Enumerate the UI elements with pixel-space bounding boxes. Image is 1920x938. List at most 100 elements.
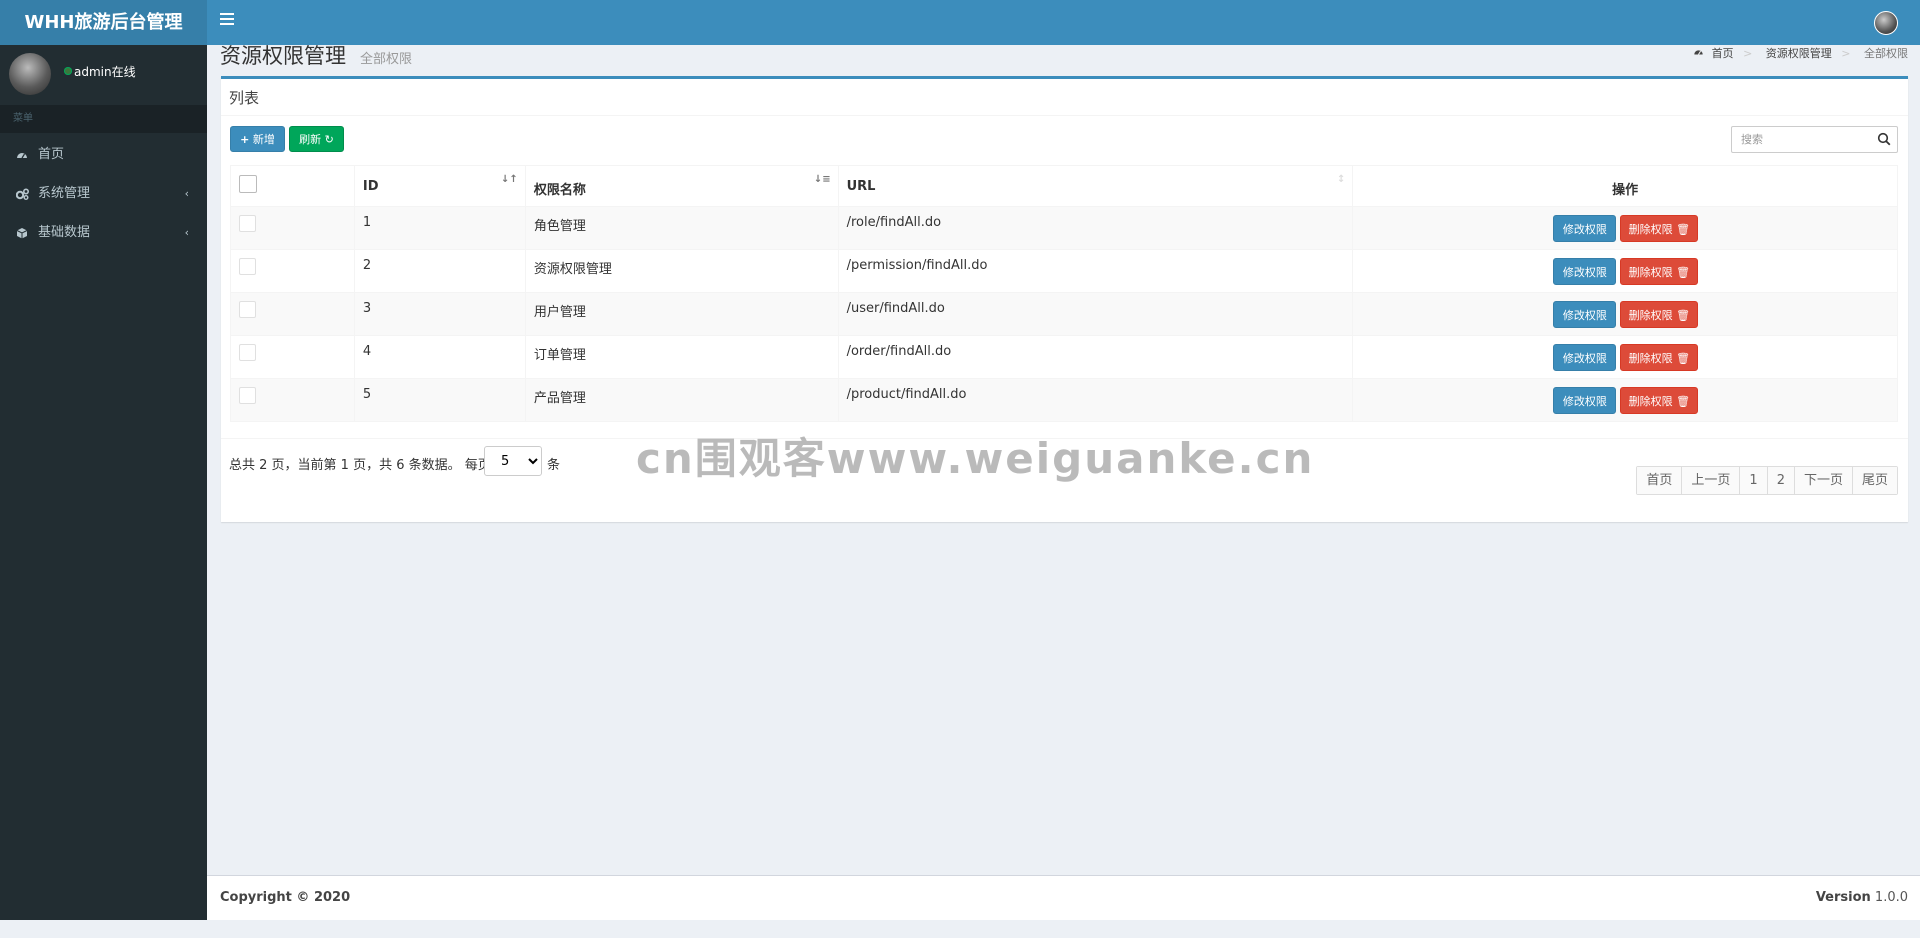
trash-icon: 🗑︎ [1676,266,1691,279]
cell-url: /permission/findAll.do [837,249,1354,293]
sidebar: admin在线 菜单 首页 系统管理 ‹ 基础数据 ‹ [0,45,207,920]
content-header: 资源权限管理 全部权限 首页 > 资源权限管理 > 全部权限 [220,40,1908,70]
page-prev-button[interactable]: 上一页 [1681,467,1740,494]
divider [221,115,1908,116]
cell-url: /product/findAll.do [837,378,1354,422]
column-header-actions: 操作 [1352,165,1898,207]
row-checkbox[interactable] [239,258,256,275]
user-avatar-top[interactable] [1874,11,1898,35]
cell-name: 用户管理 [524,292,839,336]
user-name: admin在线 [74,65,136,79]
row-checkbox[interactable] [239,215,256,232]
pagination-info: 总共 2 页，当前第 1 页，共 6 条数据。 每页 [229,458,491,473]
delete-permission-button[interactable]: 删除权限 🗑︎ [1620,258,1699,285]
cell-id: 3 [353,292,526,336]
table-row: 2 资源权限管理 /permission/findAll.do 修改权限 删除权… [230,249,1898,293]
trash-icon: 🗑︎ [1676,395,1691,408]
search-input[interactable] [1732,127,1872,152]
column-header-id[interactable]: ID ↓↑ [353,165,526,207]
page-size-select[interactable]: 5 [484,446,542,476]
cell-name: 产品管理 [524,378,839,422]
sidebar-item-label: 基础数据 [38,225,91,240]
select-all-header [230,165,355,207]
cell-name: 订单管理 [524,335,839,379]
trash-icon: 🗑︎ [1676,352,1691,365]
sort-icon: ↕ [1336,174,1346,185]
cell-url: /order/findAll.do [837,335,1354,379]
cell-name: 角色管理 [524,206,839,250]
edit-permission-button[interactable]: 修改权限 [1553,301,1617,328]
page-2-button[interactable]: 2 [1766,467,1794,494]
watermark: cn围观客www.weiguanke.cn [636,434,1315,483]
sort-desc-icon: ↓≡ [813,174,831,185]
edit-permission-button[interactable]: 修改权限 [1553,344,1617,371]
delete-permission-button[interactable]: 删除权限 🗑︎ [1620,387,1699,414]
search-icon[interactable] [1877,132,1891,146]
breadcrumb-permission[interactable]: 资源权限管理 [1766,47,1832,60]
breadcrumb-current: 全部权限 [1864,47,1908,60]
box-title: 列表 [229,89,260,107]
table-row: 5 产品管理 /product/findAll.do 修改权限 删除权限 🗑︎ [230,378,1898,422]
dashboard-icon [1693,47,1708,60]
chevron-left-icon: ‹ [184,187,189,200]
breadcrumb-home[interactable]: 首页 [1712,47,1734,60]
chevron-left-icon: ‹ [184,226,189,239]
page-first-button[interactable]: 首页 [1637,467,1682,494]
sidebar-item-label: 系统管理 [38,186,91,201]
cell-id: 2 [353,249,526,293]
row-checkbox[interactable] [239,301,256,318]
trash-icon: 🗑︎ [1676,309,1691,322]
breadcrumb: 首页 > 资源权限管理 > 全部权限 [1689,45,1908,61]
cell-url: /role/findAll.do [837,206,1354,250]
column-header-name[interactable]: 权限名称 ↓≡ [524,165,839,207]
user-panel: admin在线 [0,45,207,103]
table-row: 4 订单管理 /order/findAll.do 修改权限 删除权限 🗑︎ [230,335,1898,379]
delete-permission-button[interactable]: 删除权限 🗑︎ [1620,301,1699,328]
search-box [1731,126,1898,153]
edit-permission-button[interactable]: 修改权限 [1553,258,1617,285]
menu-header: 菜单 [0,105,207,133]
page-next-button[interactable]: 下一页 [1793,467,1852,494]
cell-id: 1 [353,206,526,250]
edit-permission-button[interactable]: 修改权限 [1553,387,1617,414]
delete-permission-button[interactable]: 删除权限 🗑︎ [1620,215,1699,242]
cogs-icon [15,176,30,214]
avatar [9,53,51,95]
table-row: 3 用户管理 /user/findAll.do 修改权限 删除权限 🗑︎ [230,292,1898,336]
permission-table: ID ↓↑ 权限名称 ↓≡ URL ↕ 操作 1 角色管理 /role/findAll… [230,165,1898,422]
delete-permission-button[interactable]: 删除权限 🗑︎ [1620,344,1699,371]
page-title: 资源权限管理 [220,44,346,68]
row-checkbox[interactable] [239,344,256,361]
dashboard-icon [16,137,30,175]
pagination-suffix: 条 [547,458,561,473]
sidebar-item-home[interactable]: 首页 [0,137,207,173]
cell-name: 资源权限管理 [524,249,839,293]
main-footer: Copyright © 2020 Version 1.0.0 [207,875,1920,920]
sidebar-item-system[interactable]: 系统管理 ‹ [0,176,207,212]
cube-icon [16,215,30,253]
version-info: Version 1.0.0 [1815,890,1908,905]
trash-icon: 🗑︎ [1676,223,1691,236]
add-button[interactable]: + 新增 [230,126,285,152]
select-all-checkbox[interactable] [239,175,257,193]
cell-url: /user/findAll.do [837,292,1354,336]
page-last-button[interactable]: 尾页 [1851,467,1897,494]
brand-logo[interactable]: WHH旅游后台管理 [0,0,207,45]
refresh-button[interactable]: 刷新 ↻ [289,126,344,152]
table-header-row: ID ↓↑ 权限名称 ↓≡ URL ↕ 操作 [230,165,1898,207]
edit-permission-button[interactable]: 修改权限 [1553,215,1617,242]
main-header: WHH旅游后台管理 [0,0,1920,45]
row-checkbox[interactable] [239,387,256,404]
page-subtitle: 全部权限 [360,52,413,67]
column-header-url[interactable]: URL ↕ [837,165,1354,207]
table-row: 1 角色管理 /role/findAll.do 修改权限 删除权限 🗑︎ [230,206,1898,250]
sidebar-item-basic-data[interactable]: 基础数据 ‹ [0,215,207,251]
cell-id: 5 [353,378,526,422]
sort-asc-icon: ↓↑ [501,174,518,185]
sidebar-toggle-icon[interactable] [220,13,234,27]
pagination: 首页 上一页 1 2 下一页 尾页 [1636,466,1898,495]
page-1-button[interactable]: 1 [1739,467,1767,494]
refresh-icon: ↻ [324,133,334,146]
online-status-icon [64,67,72,75]
cell-id: 4 [353,335,526,379]
